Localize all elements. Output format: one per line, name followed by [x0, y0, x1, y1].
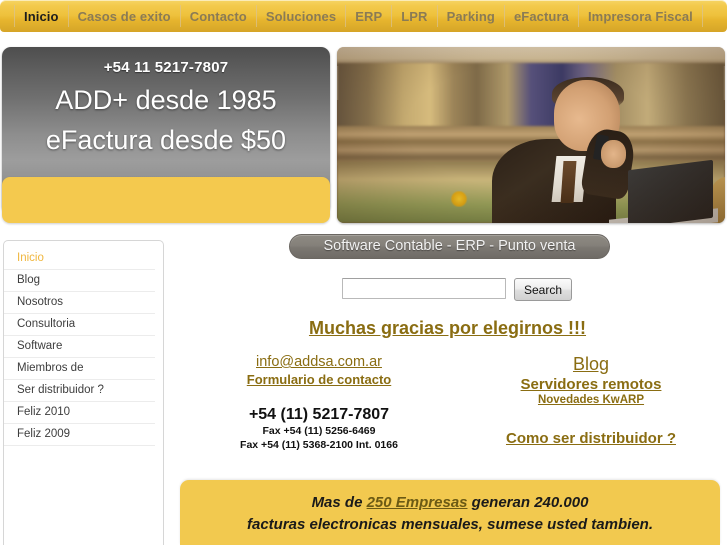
links-column: Blog Servidores remotos Novedades KwARP …	[460, 354, 722, 447]
promo-middle: generan	[467, 494, 535, 511]
servidores-remotos-link[interactable]: Servidores remotos	[460, 376, 722, 393]
sidebar-menu: Inicio Blog Nosotros Consultoria Softwar…	[3, 240, 164, 545]
contact-fax-2: Fax +54 (11) 5368-2100 Int. 0166	[240, 439, 398, 451]
como-ser-distribuidor-link[interactable]: Como ser distribuidor ?	[460, 430, 722, 447]
sidebar-item-nosotros[interactable]: Nosotros	[4, 292, 155, 314]
sidebar-item-ser-distribuidor[interactable]: Ser distribuidor ?	[4, 380, 155, 402]
sidebar-item-feliz-2010[interactable]: Feliz 2010	[4, 402, 155, 424]
search-input[interactable]	[342, 278, 506, 299]
page-title-pill: Software Contable - ERP - Punto venta	[289, 234, 610, 259]
promo-line-1: Mas de 250 Empresas generan 240.000	[180, 492, 720, 514]
banner-phone: +54 11 5217-7807	[103, 59, 229, 76]
hero-photo-businessman	[337, 47, 725, 223]
sidebar-item-blog[interactable]: Blog	[4, 270, 155, 292]
contact-column: info@addsa.com.ar Formulario de contacto…	[190, 354, 448, 452]
sidebar-item-software[interactable]: Software	[4, 336, 155, 358]
sidebar-item-consultoria[interactable]: Consultoria	[4, 314, 155, 336]
contact-fax-1: Fax +54 (11) 5256-6469	[262, 425, 376, 437]
hero-section: +54 11 5217-7807 ADD+ desde 1985 eFactur…	[0, 38, 727, 224]
blog-link[interactable]: Blog	[460, 354, 722, 375]
search-form: Search	[342, 278, 573, 301]
sidebar-item-miembros-de[interactable]: Miembros de	[4, 358, 155, 380]
email-link[interactable]: info@addsa.com.ar	[190, 354, 448, 370]
banner-line-1: ADD+ desde 1985	[55, 85, 277, 115]
sidebar-item-feliz-2009[interactable]: Feliz 2009	[4, 424, 155, 446]
nav-item-efactura[interactable]: eFactura	[505, 0, 578, 32]
thank-you-heading[interactable]: Muchas gracias por elegirnos !!!	[168, 318, 727, 339]
contact-phone: +54 (11) 5217-7807	[248, 406, 390, 423]
sidebar-item-inicio[interactable]: Inicio	[4, 248, 155, 270]
nav-item-erp[interactable]: ERP	[346, 0, 391, 32]
nav-item-parking[interactable]: Parking	[438, 0, 504, 32]
nav-item-lpr[interactable]: LPR	[392, 0, 436, 32]
nav-item-soluciones[interactable]: Soluciones	[257, 0, 345, 32]
promo-count: 240.000	[534, 494, 589, 511]
banner-line-2: eFactura desde $50	[45, 125, 287, 155]
promo-panel: Mas de 250 Empresas generan 240.000 fact…	[180, 480, 720, 545]
empresas-link[interactable]: 250 Empresas	[367, 494, 468, 511]
nav-separator	[701, 5, 703, 27]
search-button[interactable]: Search	[514, 278, 573, 301]
novedades-kwarp-link[interactable]: Novedades KwARP	[460, 394, 722, 406]
promo-line-2: facturas electronicas mensuales, sumese …	[246, 516, 653, 533]
main-navigation: Inicio Casos de exito Contacto Solucione…	[0, 0, 727, 32]
nav-item-impresora-fiscal[interactable]: Impresora Fiscal	[579, 0, 702, 32]
photo-vignette	[337, 47, 725, 223]
nav-item-contacto[interactable]: Contacto	[181, 0, 256, 32]
yellow-accent-bar	[2, 177, 330, 223]
nav-item-casos-de-exito[interactable]: Casos de exito	[69, 0, 180, 32]
page-root: Inicio Casos de exito Contacto Solucione…	[0, 0, 727, 545]
contact-form-link[interactable]: Formulario de contacto	[190, 372, 448, 387]
nav-item-inicio[interactable]: Inicio	[15, 0, 68, 32]
promo-prefix: Mas de	[311, 494, 367, 511]
